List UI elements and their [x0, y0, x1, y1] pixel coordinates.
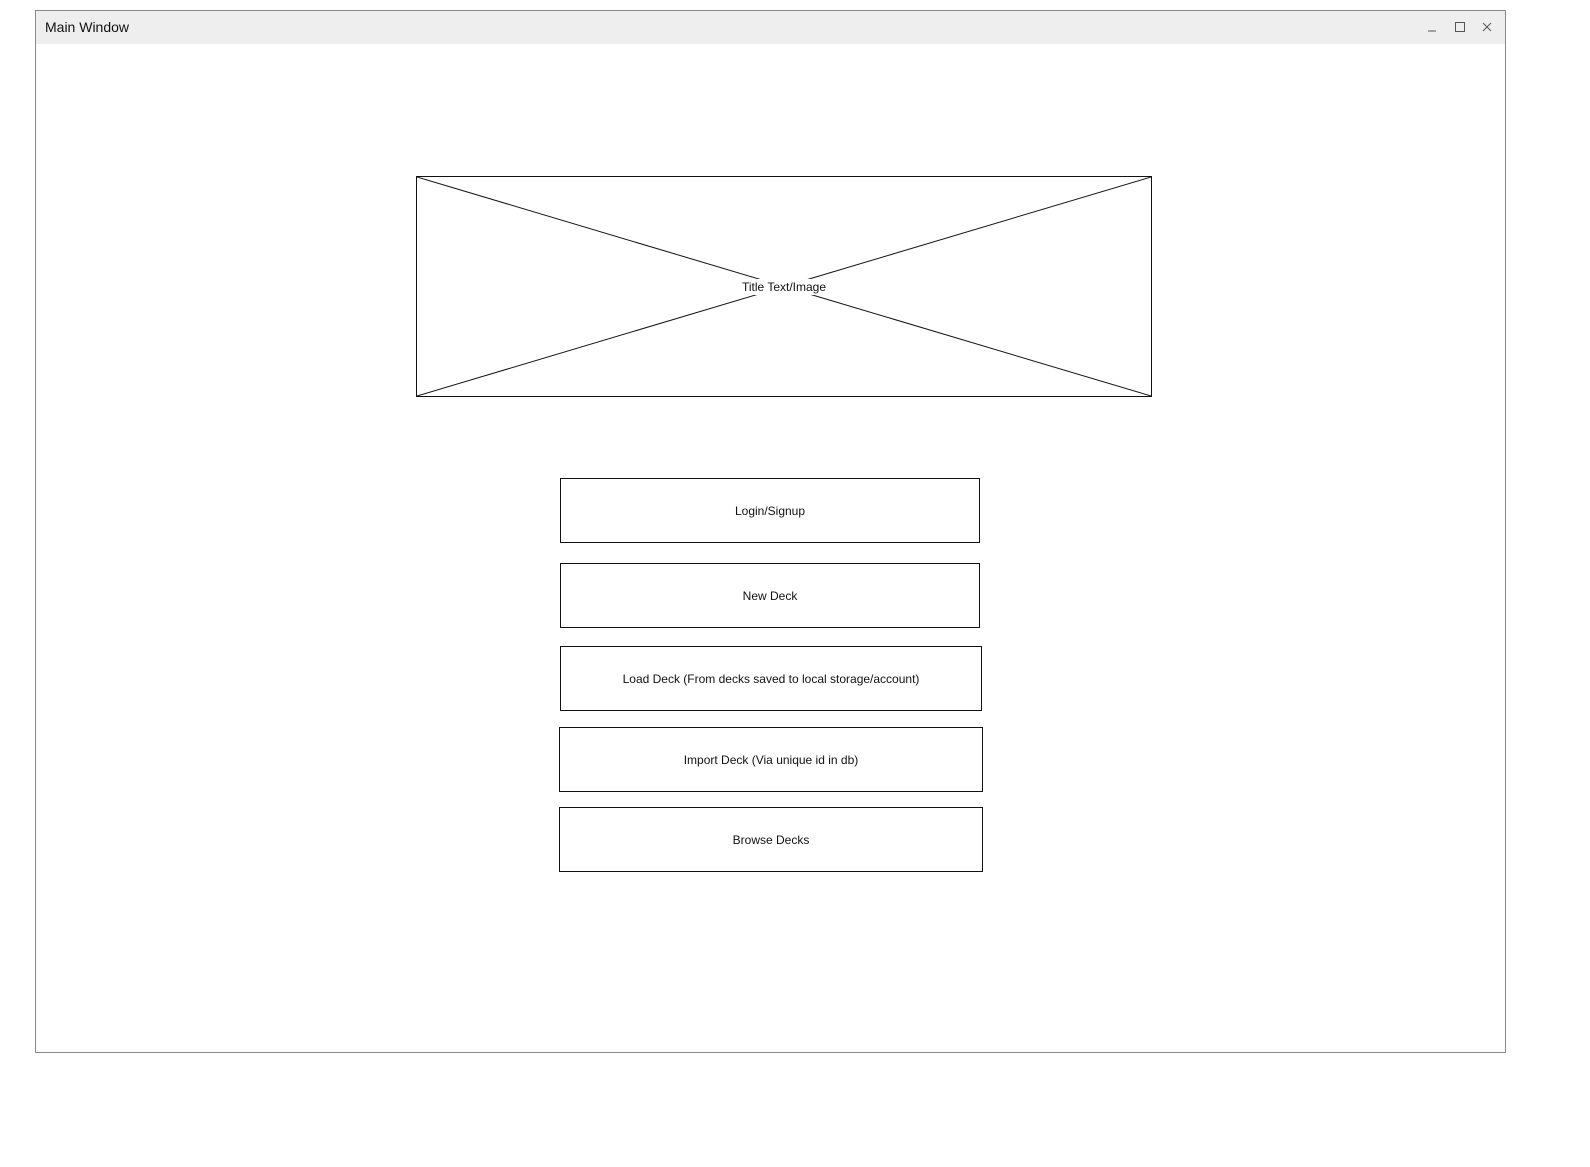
new-deck-button[interactable]: New Deck	[560, 563, 980, 628]
maximize-button[interactable]	[1451, 18, 1469, 36]
window-title: Main Window	[45, 19, 130, 35]
browse-decks-button[interactable]: Browse Decks	[559, 807, 983, 872]
close-button[interactable]	[1478, 18, 1496, 36]
title-bar[interactable]: Main Window	[36, 11, 1505, 44]
minimize-icon	[1428, 30, 1436, 32]
main-window: Main Window Title Text/Image Login/Signu…	[35, 10, 1506, 1053]
maximize-icon	[1455, 22, 1465, 32]
title-image-placeholder: Title Text/Image	[416, 176, 1152, 397]
load-deck-button[interactable]: Load Deck (From decks saved to local sto…	[560, 646, 982, 711]
minimize-button[interactable]	[1423, 18, 1441, 36]
login-signup-button[interactable]: Login/Signup	[560, 478, 980, 543]
import-deck-button[interactable]: Import Deck (Via unique id in db)	[559, 727, 983, 792]
title-placeholder-label: Title Text/Image	[739, 278, 829, 295]
close-icon	[1482, 22, 1492, 32]
